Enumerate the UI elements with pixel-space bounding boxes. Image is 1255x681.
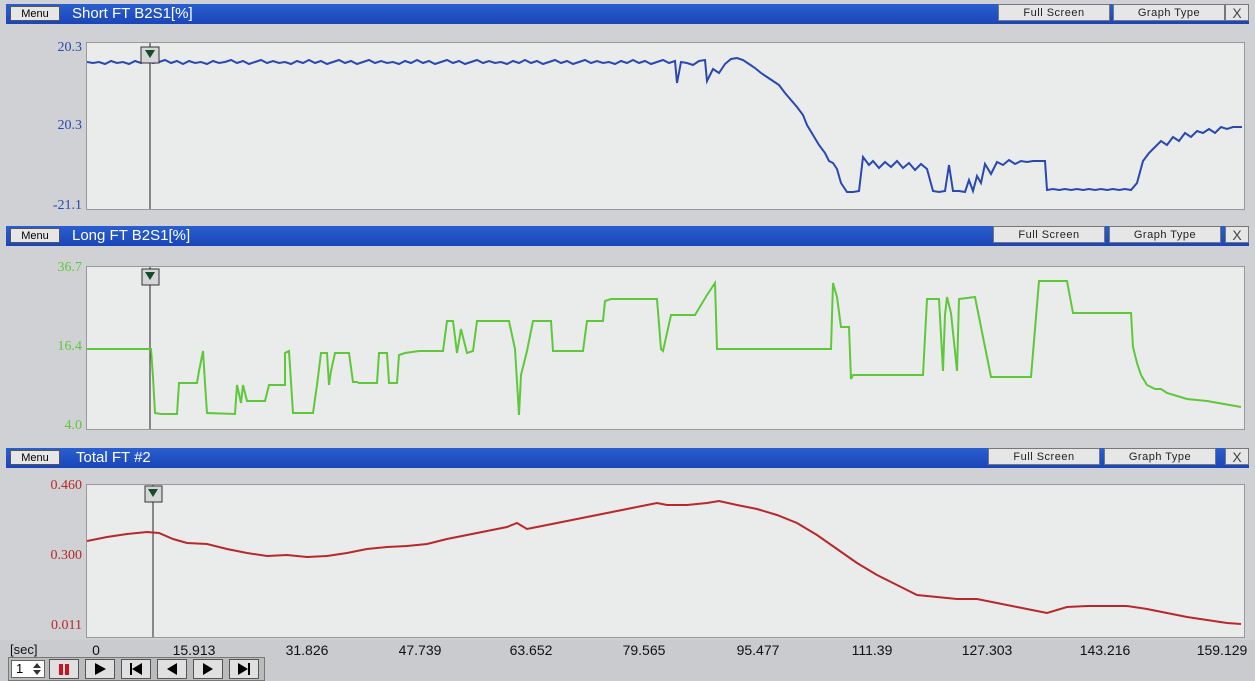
long-ft-plot[interactable] (86, 266, 1245, 430)
rewind-button[interactable] (157, 659, 187, 679)
step-forward-icon (238, 663, 250, 675)
close-icon[interactable]: X (1225, 226, 1249, 243)
x-tick: 31.826 (285, 642, 329, 658)
short-ft-series (87, 56, 1242, 195)
cursor-marker-icon[interactable] (144, 485, 163, 503)
x-tick: 47.739 (398, 642, 442, 658)
graph-type-button[interactable]: Graph Type (1104, 448, 1216, 465)
short-ft-svg (87, 43, 1242, 209)
close-icon[interactable]: X (1225, 4, 1249, 21)
long-ft-titlebar: Menu Long FT B2S1[%] Full Screen Graph T… (6, 226, 1249, 246)
playback-controls: 1 (8, 657, 265, 681)
full-screen-button[interactable]: Full Screen (988, 448, 1100, 465)
x-tick: 63.652 (509, 642, 553, 658)
x-tick: 79.565 (622, 642, 666, 658)
x-tick: 159.129 (1196, 642, 1248, 658)
y-min-label: 4.0 (64, 418, 83, 433)
graph-type-button[interactable]: Graph Type (1109, 226, 1221, 243)
y-max-label: 20.3 (57, 40, 83, 55)
menu-button[interactable]: Menu (10, 228, 60, 243)
menu-button[interactable]: Menu (10, 6, 60, 21)
long-ft-panel: Menu Long FT B2S1[%] Full Screen Graph T… (0, 222, 1255, 444)
y-mid-label: 0.300 (50, 548, 83, 563)
y-max-label: 0.460 (50, 478, 83, 493)
speed-value: 1 (16, 661, 24, 676)
graph-type-button[interactable]: Graph Type (1113, 4, 1225, 21)
step-forward-button[interactable] (229, 659, 259, 679)
x-tick: 0 (92, 642, 100, 658)
time-axis: [sec] 0 15.913 31.826 47.739 63.652 79.5… (0, 640, 1255, 658)
y-min-label: -21.1 (52, 198, 82, 213)
x-tick: 127.303 (961, 642, 1013, 658)
total-ft-titlebar: Menu Total FT #2 Full Screen Graph Type … (6, 448, 1249, 468)
pause-button[interactable] (49, 659, 79, 679)
panel-title: Total FT #2 (76, 449, 151, 466)
menu-button[interactable]: Menu (10, 450, 60, 465)
pause-icon (59, 664, 69, 675)
x-tick: 143.216 (1079, 642, 1131, 658)
cursor-marker-icon[interactable] (140, 46, 160, 64)
y-max-label: 36.7 (57, 260, 83, 275)
total-ft-series (87, 499, 1242, 625)
short-ft-panel: Menu Short FT B2S1[%] Full Screen Graph … (0, 0, 1255, 222)
long-ft-svg (87, 267, 1242, 429)
short-ft-titlebar: Menu Short FT B2S1[%] Full Screen Graph … (6, 4, 1249, 24)
short-ft-plot[interactable] (86, 42, 1245, 210)
x-unit-label: [sec] (10, 642, 38, 657)
total-ft-plot[interactable] (86, 484, 1245, 638)
cursor-marker-icon[interactable] (141, 268, 160, 286)
y-min-label: 0.011 (51, 618, 82, 633)
panel-title: Long FT B2S1[%] (72, 227, 191, 244)
panel-title: Short FT B2S1[%] (72, 5, 193, 22)
y-mid-label: 16.4 (57, 339, 83, 354)
x-tick: 95.477 (736, 642, 780, 658)
play-button[interactable] (85, 659, 115, 679)
x-tick: 111.39 (851, 642, 893, 658)
step-back-button[interactable] (121, 659, 151, 679)
full-screen-button[interactable]: Full Screen (993, 226, 1105, 243)
close-icon[interactable]: X (1225, 448, 1249, 465)
total-ft-svg (87, 485, 1242, 637)
play-icon (95, 663, 106, 675)
x-tick: 15.913 (172, 642, 216, 658)
speed-stepper[interactable]: 1 (11, 660, 45, 678)
forward-icon (203, 663, 213, 675)
forward-button[interactable] (193, 659, 223, 679)
total-ft-panel: Menu Total FT #2 Full Screen Graph Type … (0, 444, 1255, 640)
stepper-arrows-icon[interactable] (32, 662, 42, 676)
y-mid-label: 20.3 (57, 118, 83, 133)
rewind-icon (167, 663, 177, 675)
step-back-icon (130, 663, 142, 675)
full-screen-button[interactable]: Full Screen (998, 4, 1110, 21)
long-ft-series (87, 279, 1242, 416)
